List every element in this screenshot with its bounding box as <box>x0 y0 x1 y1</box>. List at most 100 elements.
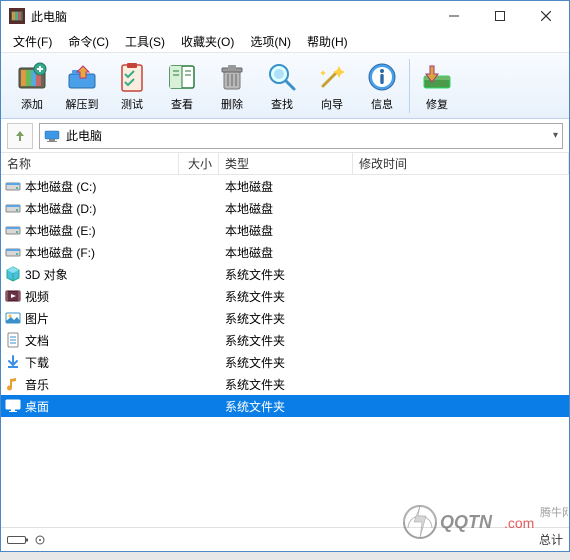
item-type: 本地磁盘 <box>219 200 353 217</box>
item-type: 系统文件夹 <box>219 398 353 415</box>
item-type: 系统文件夹 <box>219 332 353 349</box>
file-list[interactable]: 本地磁盘 (C:)本地磁盘本地磁盘 (D:)本地磁盘本地磁盘 (E:)本地磁盘本… <box>1 175 569 527</box>
titlebar: 此电脑 <box>1 1 569 31</box>
toolbar-label: 解压到 <box>66 96 99 112</box>
list-item[interactable]: 本地磁盘 (E:) 本地磁盘 <box>1 219 569 241</box>
menu-0[interactable]: 文件(F) <box>5 31 60 52</box>
app-icon <box>9 8 25 24</box>
wizard-icon <box>315 60 349 94</box>
item-name: 桌面 <box>25 398 49 415</box>
toolbar-separator <box>409 59 410 113</box>
toolbar-test-button[interactable]: 测试 <box>107 58 157 114</box>
toolbar-extract-button[interactable]: 解压到 <box>57 58 107 114</box>
view-icon <box>165 60 199 94</box>
item-type: 系统文件夹 <box>219 310 353 327</box>
toolbar-find-button[interactable]: 查找 <box>257 58 307 114</box>
add-icon <box>15 60 49 94</box>
address-combobox[interactable]: 此电脑 ▾ <box>39 123 563 149</box>
list-item[interactable]: 图片系统文件夹 <box>1 307 569 329</box>
disc-icon <box>35 535 45 545</box>
drive-icon <box>5 244 21 260</box>
menubar: 文件(F)命令(C)工具(S)收藏夹(O)选项(N)帮助(H) <box>1 31 569 53</box>
list-item[interactable]: 3D 对象 系统文件夹 <box>1 263 569 285</box>
delete-icon <box>215 60 249 94</box>
info-icon <box>365 60 399 94</box>
menu-5[interactable]: 帮助(H) <box>299 31 356 52</box>
item-name: 音乐 <box>25 376 49 393</box>
columns-header: 名称 大小 类型 修改时间 <box>1 153 569 175</box>
address-text: 此电脑 <box>66 127 553 144</box>
toolbar-add-button[interactable]: 添加 <box>7 58 57 114</box>
item-name: 本地磁盘 (D:) <box>25 200 96 217</box>
item-name: 3D 对象 <box>25 266 68 283</box>
drive-icon <box>5 222 21 238</box>
list-item[interactable]: 本地磁盘 (F:) 本地磁盘 <box>1 241 569 263</box>
item-name: 本地磁盘 (F:) <box>25 244 95 261</box>
item-name: 文档 <box>25 332 49 349</box>
extract-icon <box>65 60 99 94</box>
toolbar-label: 添加 <box>21 96 43 112</box>
battery-icon <box>7 534 31 546</box>
item-name: 本地磁盘 (E:) <box>25 222 96 239</box>
toolbar-label: 查看 <box>171 96 193 112</box>
pictures-icon <box>5 310 21 326</box>
item-type: 系统文件夹 <box>219 266 353 283</box>
address-row: 此电脑 ▾ <box>1 119 569 153</box>
toolbar-label: 删除 <box>221 96 243 112</box>
column-header-name[interactable]: 名称 <box>1 153 179 174</box>
music-icon <box>5 376 21 392</box>
downloads-icon <box>5 354 21 370</box>
find-icon <box>265 60 299 94</box>
toolbar-repair-button[interactable]: 修复 <box>412 58 462 114</box>
toolbar: 添加 解压到 测试 查看 删除 查找 向导 信息 修复 <box>1 53 569 119</box>
menu-4[interactable]: 选项(N) <box>242 31 299 52</box>
toolbar-wizard-button[interactable]: 向导 <box>307 58 357 114</box>
videos-icon <box>5 288 21 304</box>
maximize-button[interactable] <box>477 1 523 31</box>
list-item[interactable]: 下载 系统文件夹 <box>1 351 569 373</box>
list-item[interactable]: 文档 系统文件夹 <box>1 329 569 351</box>
item-type: 本地磁盘 <box>219 178 353 195</box>
item-type: 本地磁盘 <box>219 244 353 261</box>
menu-3[interactable]: 收藏夹(O) <box>173 31 242 52</box>
item-name: 下载 <box>25 354 49 371</box>
toolbar-label: 向导 <box>321 96 343 112</box>
column-header-size[interactable]: 大小 <box>179 153 219 174</box>
desktop-icon <box>5 398 21 414</box>
list-item[interactable]: 本地磁盘 (D:) 本地磁盘 <box>1 197 569 219</box>
list-item[interactable]: 音乐系统文件夹 <box>1 373 569 395</box>
status-left <box>7 534 45 546</box>
up-button[interactable] <box>7 123 33 149</box>
chevron-down-icon: ▾ <box>553 130 558 141</box>
documents-icon <box>5 332 21 348</box>
toolbar-label: 修复 <box>426 96 448 112</box>
column-header-type[interactable]: 类型 <box>219 153 353 174</box>
toolbar-delete-button[interactable]: 删除 <box>207 58 257 114</box>
app-window: 此电脑 文件(F)命令(C)工具(S)收藏夹(O)选项(N)帮助(H) 添加 解压… <box>0 0 570 552</box>
window-title: 此电脑 <box>31 8 431 25</box>
close-button[interactable] <box>523 1 569 31</box>
repair-icon <box>420 60 454 94</box>
toolbar-info-button[interactable]: 信息 <box>357 58 407 114</box>
toolbar-view-button[interactable]: 查看 <box>157 58 207 114</box>
toolbar-label: 信息 <box>371 96 393 112</box>
status-right: 总计 <box>539 531 563 548</box>
toolbar-label: 查找 <box>271 96 293 112</box>
item-name: 视频 <box>25 288 49 305</box>
list-item[interactable]: 桌面 系统文件夹 <box>1 395 569 417</box>
list-item[interactable]: 视频系统文件夹 <box>1 285 569 307</box>
minimize-button[interactable] <box>431 1 477 31</box>
test-icon <box>115 60 149 94</box>
column-header-mtime[interactable]: 修改时间 <box>353 153 569 174</box>
drive-icon <box>5 178 21 194</box>
menu-2[interactable]: 工具(S) <box>117 31 173 52</box>
list-item[interactable]: 本地磁盘 (C:) 本地磁盘 <box>1 175 569 197</box>
statusbar: 总计 <box>1 527 569 551</box>
item-name: 本地磁盘 (C:) <box>25 178 96 195</box>
item-type: 系统文件夹 <box>219 354 353 371</box>
item-type: 本地磁盘 <box>219 222 353 239</box>
menu-1[interactable]: 命令(C) <box>60 31 117 52</box>
window-controls <box>431 1 569 31</box>
toolbar-label: 测试 <box>121 96 143 112</box>
up-arrow-icon <box>13 129 27 143</box>
